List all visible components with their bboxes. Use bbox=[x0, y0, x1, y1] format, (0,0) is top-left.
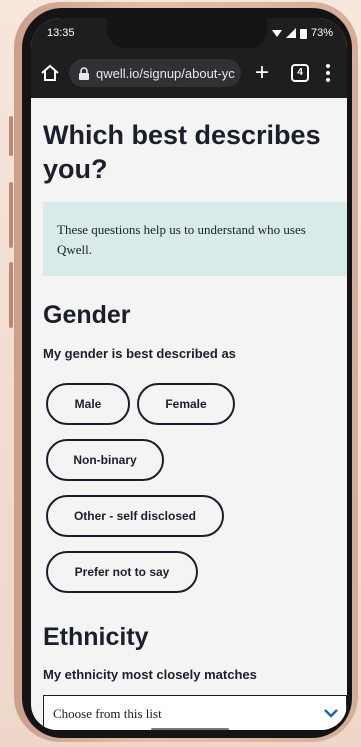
page-title: Which best describes you? bbox=[43, 120, 321, 184]
tab-switcher-icon[interactable]: 4 bbox=[291, 64, 309, 82]
ethnicity-heading: Ethnicity bbox=[43, 623, 149, 651]
gender-option-male[interactable]: Male bbox=[46, 383, 130, 425]
phone-volume-button-2 bbox=[9, 262, 13, 328]
lock-icon bbox=[79, 66, 89, 80]
phone-screen: 13:35 73% qwell.io/signup/about-yc + 4 W… bbox=[31, 18, 347, 730]
url-text: qwell.io/signup/about-yc bbox=[96, 65, 235, 81]
chevron-down-icon bbox=[324, 709, 338, 718]
battery-percent: 73% bbox=[310, 27, 333, 39]
wifi-icon bbox=[271, 30, 282, 37]
gender-heading: Gender bbox=[43, 301, 131, 329]
more-menu-icon[interactable] bbox=[325, 62, 331, 84]
gender-option-non-binary[interactable]: Non-binary bbox=[46, 439, 164, 481]
new-tab-icon[interactable]: + bbox=[255, 61, 269, 85]
ethnicity-label: My ethnicity most closely matches bbox=[43, 667, 257, 682]
gender-option-self-disclosed[interactable]: Other - self disclosed bbox=[46, 495, 224, 537]
status-time: 13:35 bbox=[47, 27, 75, 39]
home-icon[interactable] bbox=[39, 62, 61, 84]
camera-notch bbox=[107, 18, 267, 48]
signal-icon bbox=[285, 28, 296, 38]
gender-option-prefer-not-to-say[interactable]: Prefer not to say bbox=[46, 551, 198, 593]
info-panel: These questions help us to understand wh… bbox=[43, 202, 347, 276]
status-icons: 73% bbox=[271, 27, 333, 39]
browser-toolbar: qwell.io/signup/about-yc + 4 bbox=[31, 48, 347, 98]
gender-option-female[interactable]: Female bbox=[137, 383, 235, 425]
home-indicator bbox=[151, 728, 229, 730]
battery-icon bbox=[299, 28, 307, 39]
phone-side-button bbox=[9, 116, 13, 156]
address-bar[interactable]: qwell.io/signup/about-yc bbox=[69, 59, 241, 87]
ethnicity-select-value: Choose from this list bbox=[53, 706, 162, 721]
ethnicity-select[interactable]: Choose from this list bbox=[43, 695, 347, 730]
info-text: These questions help us to understand wh… bbox=[57, 222, 306, 257]
page-content: Which best describes you? These question… bbox=[31, 98, 347, 730]
phone-volume-button bbox=[9, 182, 13, 248]
gender-label: My gender is best described as bbox=[43, 346, 236, 361]
